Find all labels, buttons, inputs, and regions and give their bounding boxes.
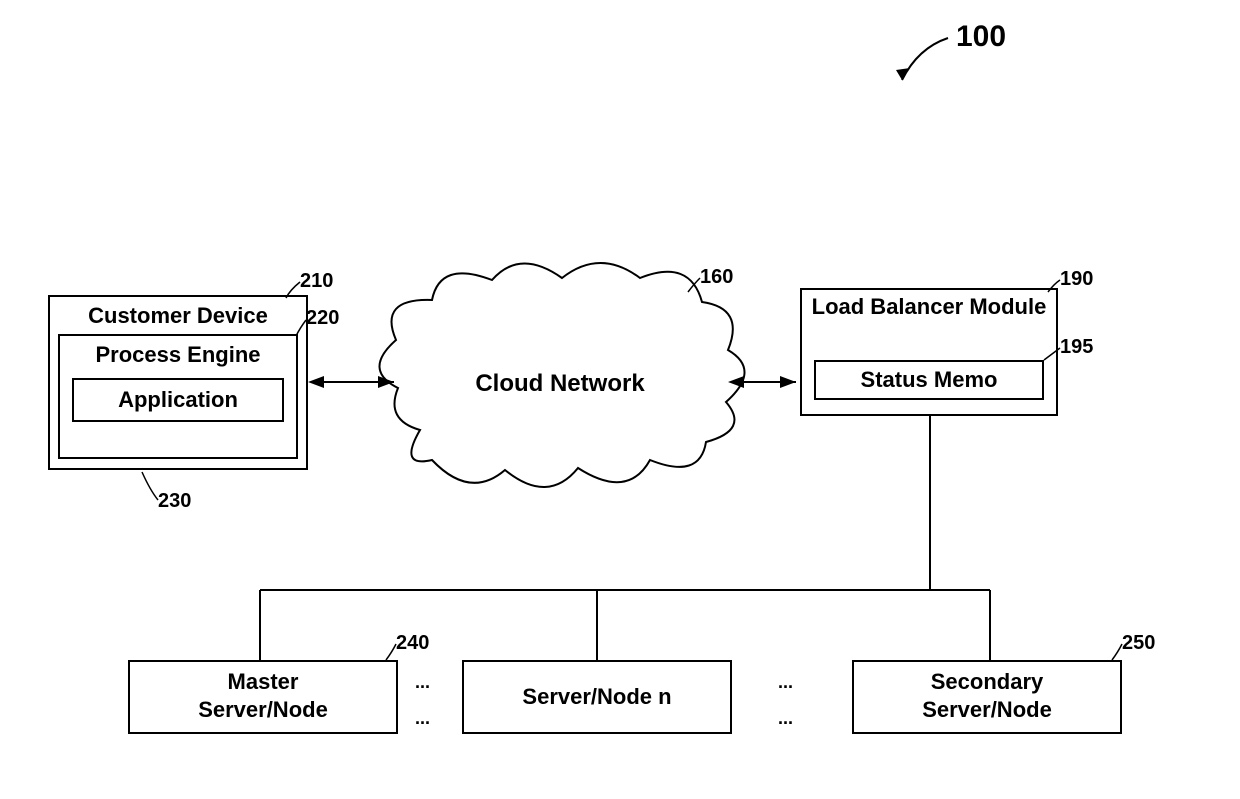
master-l2: Server/Node	[130, 696, 396, 724]
secondary-server-box: Secondary Server/Node	[852, 660, 1122, 734]
ref-190: 190	[1060, 268, 1093, 291]
ellipsis-2b: ...	[778, 708, 793, 729]
server-n-box: Server/Node n	[462, 660, 732, 734]
master-l1: Master	[130, 668, 396, 696]
ref-210: 210	[300, 270, 333, 293]
application-title: Application	[118, 387, 238, 412]
status-memo-box: Status Memo	[814, 360, 1044, 400]
process-engine-title: Process Engine	[60, 342, 296, 368]
ellipsis-1a: ...	[415, 672, 430, 693]
customer-device-title: Customer Device	[50, 303, 306, 329]
ref-240: 240	[396, 632, 429, 655]
cloud-title: Cloud Network	[445, 370, 675, 398]
status-memo-title: Status Memo	[861, 367, 998, 392]
secondary-l2: Server/Node	[854, 696, 1120, 724]
master-server-box: Master Server/Node	[128, 660, 398, 734]
ref-230: 230	[158, 490, 191, 513]
load-balancer-title: Load Balancer Module	[802, 294, 1056, 320]
application-box: Application	[72, 378, 284, 422]
ref-195: 195	[1060, 336, 1093, 359]
ref-250: 250	[1122, 632, 1155, 655]
secondary-l1: Secondary	[854, 668, 1120, 696]
ellipsis-2a: ...	[778, 672, 793, 693]
ellipsis-1b: ...	[415, 708, 430, 729]
ref-160: 160	[700, 266, 733, 289]
server-n-title: Server/Node n	[522, 684, 671, 709]
ref-220: 220	[306, 307, 339, 330]
